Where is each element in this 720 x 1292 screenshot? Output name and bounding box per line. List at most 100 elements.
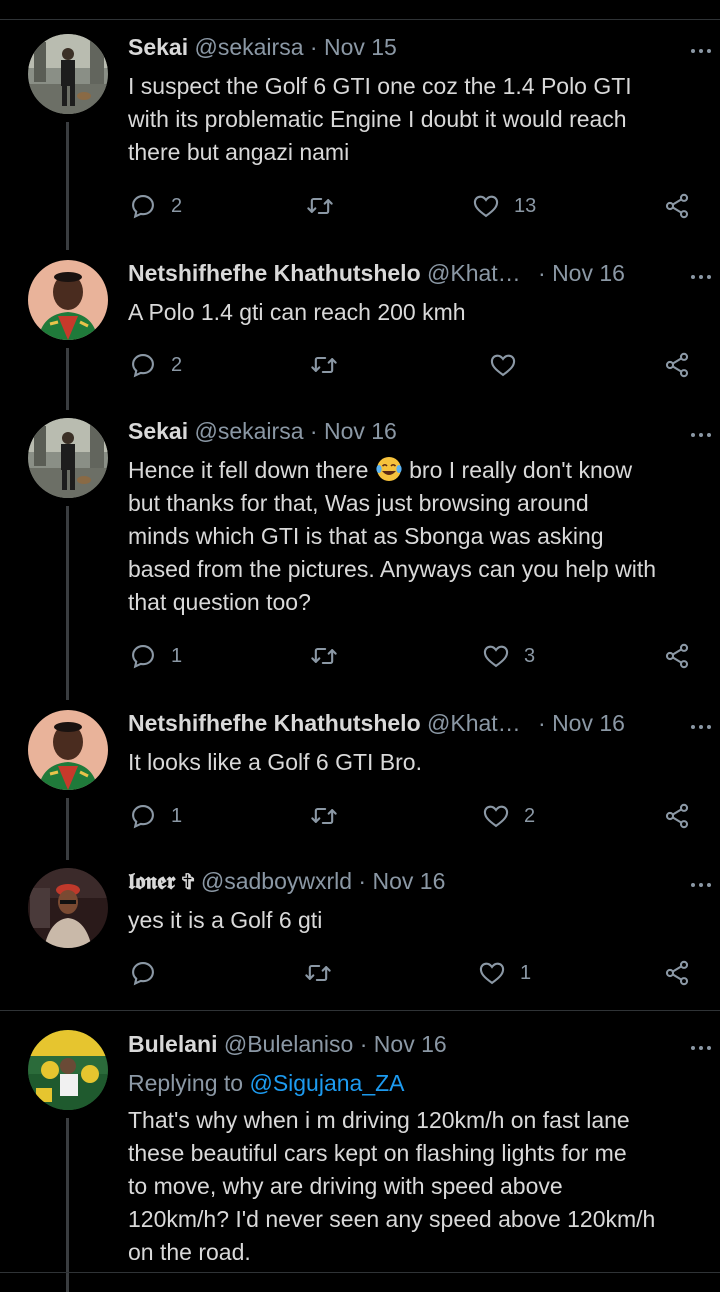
avatar[interactable] [28, 418, 108, 498]
avatar[interactable] [28, 260, 108, 340]
tweet-header: 𝖑𝖔𝖓𝖊𝖗 ✞ @sadboywxrld · Nov 16 [128, 868, 690, 900]
share-button[interactable] [663, 953, 691, 993]
dot-separator: · [538, 710, 546, 736]
more-icon[interactable] [688, 710, 714, 742]
divider [0, 1272, 720, 1273]
tweet-line: That's why when i m driving 120km/h on f… [128, 1107, 630, 1133]
replying-to-link[interactable]: @Sigujana_ZA [249, 1070, 404, 1096]
tweet-line: but thanks for that, Was just browsing a… [128, 490, 589, 516]
tweet-text: That's why when i m driving 120km/h on f… [128, 1104, 696, 1269]
display-name[interactable]: Sekai [128, 418, 188, 444]
dot-separator: · [538, 260, 546, 286]
replying-to: Replying to @Sigujana_ZA [128, 1070, 405, 1097]
retweet-button[interactable] [310, 636, 352, 676]
like-count: 1 [520, 961, 532, 984]
more-icon[interactable] [688, 1031, 714, 1063]
like-icon [479, 962, 505, 985]
timestamp-group: · Nov 16 [538, 260, 625, 287]
timestamp[interactable]: Nov 16 [324, 418, 397, 444]
thread-line [66, 1118, 69, 1292]
timestamp[interactable]: Nov 16 [372, 868, 445, 894]
timestamp[interactable]: Nov 16 [552, 710, 625, 736]
reply-count: 2 [171, 353, 183, 376]
timestamp[interactable]: Nov 16 [374, 1031, 447, 1057]
like-icon [483, 645, 509, 668]
display-name[interactable]: Netshifhefhe Khathutshelo [128, 710, 421, 736]
retweet-icon [311, 807, 337, 825]
tweet-header: Netshifhefhe Khathutshelo @Khat… · Nov 1… [128, 710, 690, 742]
retweet-icon [305, 964, 331, 982]
tweet-text: It looks like a Golf 6 GTI Bro. [128, 746, 696, 779]
retweet-button[interactable] [310, 345, 352, 385]
action-bar: 2 [0, 345, 720, 385]
handle[interactable]: @sadboywxrld [201, 868, 352, 894]
display-name[interactable]: Netshifhefhe Khathutshelo [128, 260, 421, 286]
like-button[interactable] [489, 345, 531, 385]
retweet-button[interactable] [304, 953, 346, 993]
reply-button[interactable] [129, 953, 171, 993]
like-icon [483, 805, 509, 828]
reply-button[interactable]: 1 [129, 796, 182, 836]
more-icon[interactable] [688, 418, 714, 450]
handle[interactable]: @Khat… [427, 260, 521, 286]
tweet-line: Hence it fell down there bro I really do… [128, 454, 696, 487]
share-button[interactable] [663, 345, 691, 385]
reply-icon [132, 645, 154, 669]
avatar[interactable] [28, 868, 108, 948]
action-bar: 1 3 [0, 636, 720, 676]
more-icon[interactable] [688, 260, 714, 292]
share-button[interactable] [663, 636, 691, 676]
tweet-line: A Polo 1.4 gti can reach 200 kmh [128, 299, 466, 325]
share-icon [665, 643, 689, 669]
retweet-icon [311, 356, 337, 374]
tweet-header: Sekai @sekairsa · Nov 16 [128, 418, 690, 450]
like-button[interactable]: 2 [482, 796, 535, 836]
share-icon [665, 352, 689, 378]
avatar[interactable] [28, 34, 108, 114]
share-button[interactable] [663, 796, 691, 836]
action-bar: 1 [0, 953, 720, 993]
retweet-button[interactable] [310, 796, 352, 836]
avatar[interactable] [28, 710, 108, 790]
avatar[interactable] [28, 1030, 108, 1110]
more-icon[interactable] [688, 34, 714, 66]
reply-button[interactable]: 2 [129, 186, 182, 226]
timestamp-group: · Nov 16 [538, 710, 625, 737]
like-count: 3 [524, 644, 536, 667]
reply-button[interactable]: 2 [129, 345, 182, 385]
replying-prefix: Replying to [128, 1070, 244, 1096]
like-button[interactable]: 1 [478, 953, 531, 993]
share-button[interactable] [663, 186, 691, 226]
display-name[interactable]: 𝖑𝖔𝖓𝖊𝖗 ✞ [128, 868, 194, 894]
reply-icon [132, 805, 154, 829]
like-button[interactable]: 3 [482, 636, 535, 676]
more-icon[interactable] [688, 868, 714, 900]
tweet-line: with its problematic Engine I doubt it w… [128, 106, 627, 132]
reply-count: 1 [171, 804, 183, 827]
handle[interactable]: @sekairsa [195, 418, 304, 444]
handle[interactable]: @sekairsa [195, 34, 304, 60]
tweet-line: there but angazi nami [128, 139, 350, 165]
tweet-line: It looks like a Golf 6 GTI Bro. [128, 749, 422, 775]
timestamp[interactable]: Nov 16 [552, 260, 625, 286]
dot-separator: · [358, 868, 367, 894]
tweet-line: on the road. [128, 1239, 251, 1265]
display-name[interactable]: Sekai [128, 34, 188, 60]
reply-icon [132, 195, 154, 219]
dot-separator: · [309, 34, 318, 60]
tweet-line-text: Hence it fell down there [128, 457, 369, 483]
like-button[interactable]: 13 [472, 186, 536, 226]
timestamp[interactable]: Nov 15 [324, 34, 397, 60]
tears-of-joy-emoji [376, 457, 402, 481]
reply-button[interactable]: 1 [129, 636, 182, 676]
tweet-line-text: bro I really don't know [409, 457, 633, 483]
handle[interactable]: @Bulelaniso [224, 1031, 353, 1057]
retweet-button[interactable] [306, 186, 348, 226]
tweet-text: A Polo 1.4 gti can reach 200 kmh [128, 296, 696, 329]
share-icon [665, 803, 689, 829]
display-name[interactable]: Bulelani [128, 1031, 217, 1057]
handle[interactable]: @Khat… [427, 710, 521, 736]
like-icon [490, 354, 516, 377]
tweet-line: based from the pictures. Anyways can you… [128, 556, 657, 582]
tweet-line: I suspect the Golf 6 GTI one coz the 1.4… [128, 73, 632, 99]
